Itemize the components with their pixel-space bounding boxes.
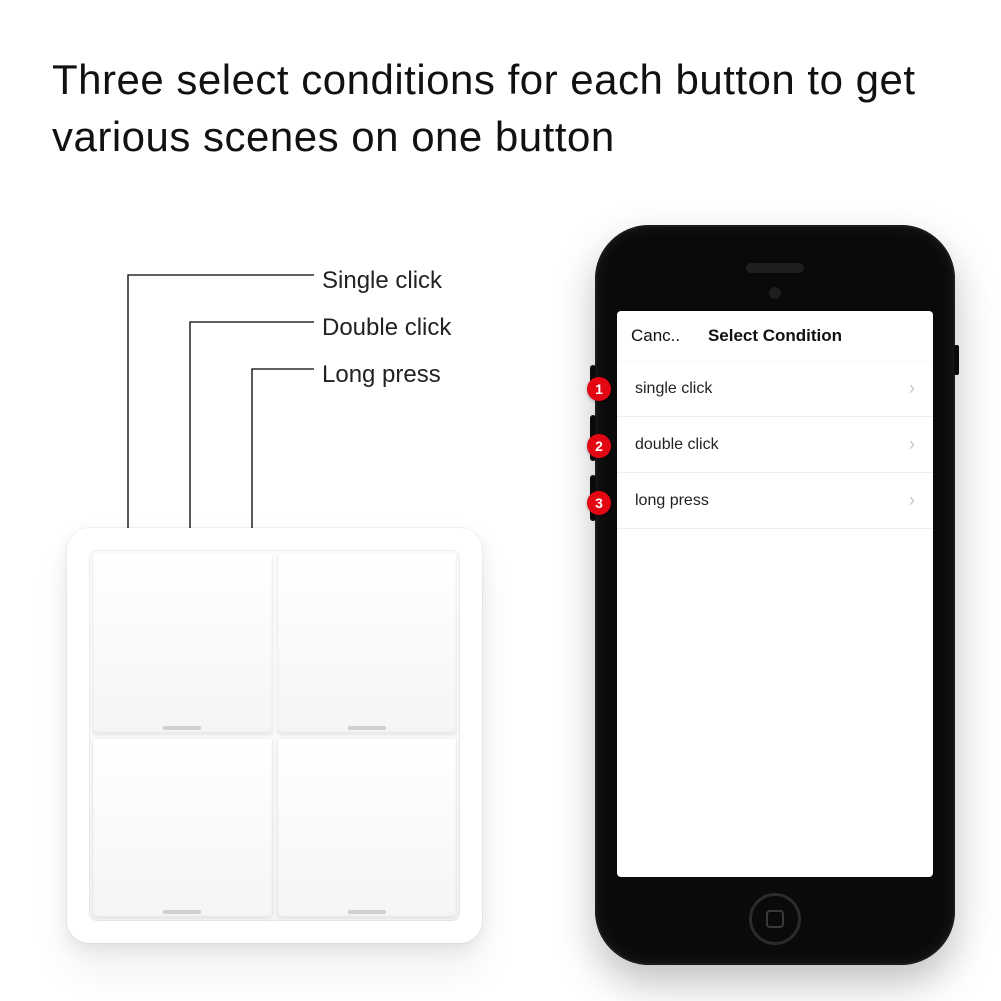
- chevron-right-icon: ›: [909, 378, 915, 399]
- chevron-right-icon: ›: [909, 490, 915, 511]
- switch-button-4[interactable]: [278, 739, 457, 918]
- switch-button-2[interactable]: [278, 554, 457, 733]
- phone-front-camera: [769, 287, 781, 299]
- callout-label-group: Single click Double click Long press: [322, 258, 451, 398]
- list-item[interactable]: long press ›: [617, 473, 933, 529]
- list-item-label: double click: [635, 436, 909, 454]
- callout-double-click: Double click: [322, 305, 451, 352]
- list-item-label: single click: [635, 380, 909, 398]
- callout-long-press: Long press: [322, 352, 451, 399]
- phone-screen: Canc.. Select Condition single click › d…: [617, 311, 933, 877]
- switch-button-3[interactable]: [93, 739, 272, 918]
- nav-bar: Canc.. Select Condition: [617, 311, 933, 361]
- headline-text: Three select conditions for each button …: [52, 52, 921, 165]
- callout-badge-1: 1: [587, 377, 611, 401]
- phone-home-button[interactable]: [749, 893, 801, 945]
- list-item[interactable]: double click ›: [617, 417, 933, 473]
- phone-earpiece: [746, 263, 804, 273]
- phone-power-button: [954, 345, 959, 375]
- callout-single-click: Single click: [322, 258, 451, 305]
- chevron-right-icon: ›: [909, 434, 915, 455]
- list-item[interactable]: single click ›: [617, 361, 933, 417]
- phone-mockup: 1 2 3 Canc.. Select Condition single cli…: [595, 225, 955, 965]
- cancel-button[interactable]: Canc..: [631, 326, 680, 346]
- switch-button-1[interactable]: [93, 554, 272, 733]
- list-item-label: long press: [635, 492, 909, 510]
- callout-badge-3: 3: [587, 491, 611, 515]
- wall-switch-device: [67, 528, 482, 943]
- condition-list: single click › double click › long press…: [617, 361, 933, 529]
- callout-badge-2: 2: [587, 434, 611, 458]
